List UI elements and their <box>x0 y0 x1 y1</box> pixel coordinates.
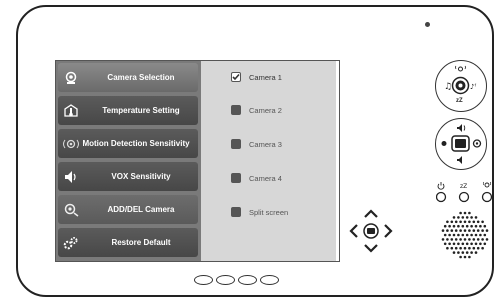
speaker-grille <box>441 211 489 259</box>
menu-item-motion-detection[interactable]: Motion Detection Sensitivity <box>58 129 198 158</box>
menu-item-label: Restore Default <box>111 238 171 247</box>
thermometer-icon <box>58 103 84 118</box>
camera-button-icon <box>481 181 493 203</box>
checkbox-unchecked[interactable] <box>231 105 241 115</box>
menu-item-label: ADD/DEL Camera <box>107 205 175 214</box>
menu-item-temperature-setting[interactable]: Temperature Setting <box>58 96 198 125</box>
option-label: Camera 1 <box>249 72 282 82</box>
page-dot[interactable] <box>194 275 213 285</box>
lcd-screen: Camera Selection Temperature Setting Mot… <box>55 60 340 262</box>
middle-control-dial[interactable] <box>435 118 487 170</box>
camera-icon <box>58 71 84 85</box>
page-dot[interactable] <box>260 275 279 285</box>
option-camera-2[interactable]: Camera 2 <box>231 105 282 115</box>
option-camera-1[interactable]: Camera 1 <box>231 72 282 82</box>
svg-text:♪ᶠ: ♪ᶠ <box>470 83 477 91</box>
power-icon <box>436 182 447 203</box>
svg-text:zZ: zZ <box>460 183 467 190</box>
settings-menu: Camera Selection Temperature Setting Mot… <box>56 61 201 261</box>
checkbox-checked[interactable] <box>231 72 241 82</box>
option-split-screen[interactable]: Split screen <box>231 207 288 217</box>
option-label: Camera 3 <box>249 139 282 149</box>
checkbox-unchecked[interactable] <box>231 207 241 217</box>
page-dot[interactable] <box>216 275 235 285</box>
menu-item-label: Motion Detection Sensitivity <box>82 139 190 148</box>
menu-item-label: Temperature Setting <box>102 106 180 115</box>
option-camera-3[interactable]: Camera 3 <box>231 139 282 149</box>
option-label: Camera 2 <box>249 105 282 115</box>
checkbox-unchecked[interactable] <box>231 139 241 149</box>
add-camera-icon <box>58 203 84 217</box>
svg-text:♫: ♫ <box>444 82 452 92</box>
front-camera-dot <box>425 22 430 27</box>
side-buttons-row: zZ <box>436 181 493 203</box>
top-control-dial[interactable]: ♫ ♪ᶠ zZ <box>435 60 487 112</box>
menu-item-label: Camera Selection <box>107 73 175 82</box>
menu-item-vox-sensitivity[interactable]: VOX Sensitivity <box>58 162 198 191</box>
menu-item-add-del-camera[interactable]: ADD/DEL Camera <box>58 195 198 224</box>
camera-selection-submenu: Camera 1 Camera 2 Camera 3 Camera 4 Spli… <box>201 61 336 261</box>
page-indicator <box>194 275 279 285</box>
option-label: Camera 4 <box>249 173 282 183</box>
menu-item-label: VOX Sensitivity <box>111 172 171 181</box>
sleep-label: zZ <box>456 98 463 104</box>
middle-dial-icons <box>441 124 482 164</box>
sound-icon <box>58 169 84 185</box>
option-camera-4[interactable]: Camera 4 <box>231 173 282 183</box>
navigation-dpad-icon[interactable] <box>347 207 395 255</box>
menu-item-restore-default[interactable]: Restore Default <box>58 228 198 257</box>
menu-item-camera-selection[interactable]: Camera Selection <box>58 63 198 92</box>
sleep-button: zZ <box>458 183 470 203</box>
page-dot[interactable] <box>238 275 257 285</box>
checkbox-unchecked[interactable] <box>231 173 241 183</box>
gears-icon <box>58 236 84 250</box>
option-label: Split screen <box>249 207 289 217</box>
